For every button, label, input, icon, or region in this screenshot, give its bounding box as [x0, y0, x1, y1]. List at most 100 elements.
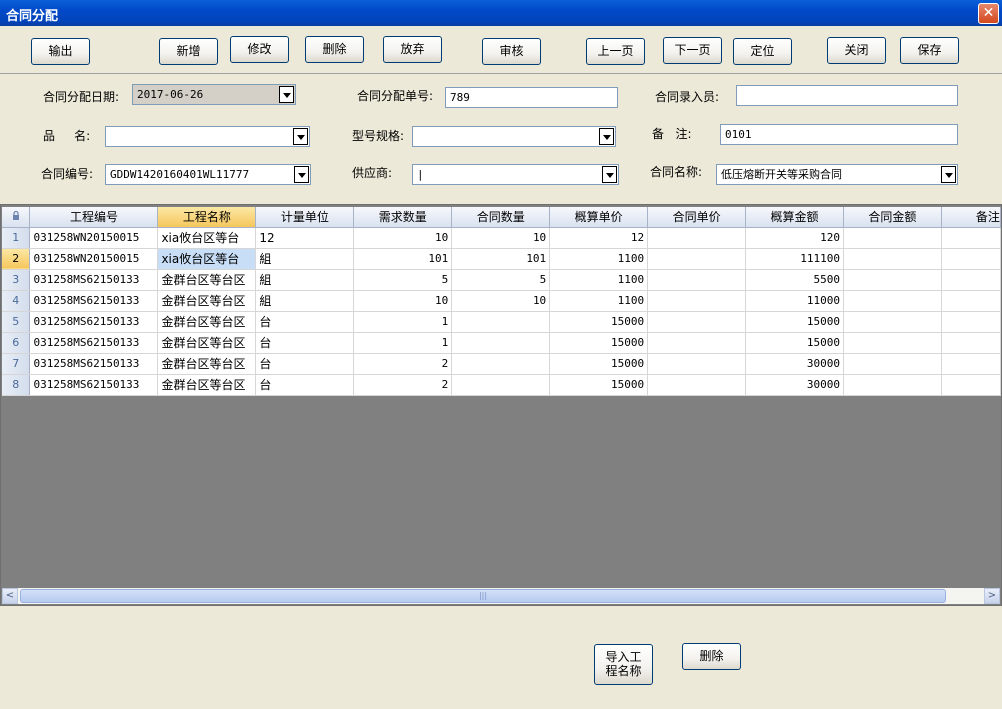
cell-required-qty[interactable]: 2 — [353, 353, 453, 375]
cell-required-qty[interactable]: 10 — [353, 290, 453, 312]
delete-row-button[interactable]: 删除 — [682, 643, 741, 670]
cell-contract-qty[interactable]: 5 — [451, 269, 551, 291]
table-row[interactable]: 8 031258MS62150133 金群台区等台区台 2 15000 30000 — [2, 374, 1001, 396]
cell-project-name[interactable]: 金群台区等台区 — [157, 269, 257, 291]
add-button[interactable]: 新增 — [159, 38, 218, 65]
cell-project-code[interactable]: 031258MS62150133 — [29, 290, 159, 312]
col-header-project-code[interactable]: 工程编号 — [29, 207, 159, 228]
cell-project-name[interactable]: 金群台区等台区 — [157, 311, 257, 333]
cell-required-qty[interactable]: 2 — [353, 374, 453, 396]
data-grid[interactable]: 工程编号 工程名称 计量单位 需求数量 合同数量 概算单价 合同单价 概算金额 … — [0, 204, 1002, 606]
cell-project-code[interactable]: 031258MS62150133 — [29, 374, 159, 396]
cell-contract-qty[interactable] — [451, 311, 551, 333]
cell-contract-price[interactable] — [647, 290, 747, 312]
save-button[interactable]: 保存 — [900, 37, 959, 64]
cell-contract-qty[interactable] — [451, 332, 551, 354]
row-number[interactable]: 7 — [2, 353, 31, 375]
cell-remark[interactable] — [941, 374, 1001, 396]
cell-project-name[interactable]: 金群台区等台区 — [157, 374, 257, 396]
scroll-right-icon[interactable]: > — [984, 588, 1000, 604]
cell-remark[interactable] — [941, 332, 1001, 354]
cell-contract-amount[interactable] — [843, 248, 942, 270]
prev-page-button[interactable]: 上一页 — [586, 38, 645, 65]
contract-name-field[interactable]: 低压熔断开关等采购合同 — [716, 164, 958, 185]
cell-project-code[interactable]: 031258WN20150015 — [29, 227, 159, 249]
col-header-contract-price[interactable]: 合同单价 — [647, 207, 747, 228]
cell-est-amount[interactable]: 5500 — [745, 269, 844, 291]
product-field[interactable] — [105, 126, 310, 147]
cell-est-price[interactable]: 15000 — [549, 311, 649, 333]
cell-project-code[interactable]: 031258MS62150133 — [29, 269, 159, 291]
entry-clerk-field[interactable] — [736, 85, 958, 106]
table-row[interactable]: 2 031258WN20150015 xia攸台区等台組 101 101 1100 1111… — [2, 248, 1001, 270]
cell-est-amount[interactable]: 11000 — [745, 290, 844, 312]
col-header-required-qty[interactable]: 需求数量 — [353, 207, 453, 228]
cell-est-price[interactable]: 1100 — [549, 269, 649, 291]
cell-required-qty[interactable]: 1 — [353, 332, 453, 354]
cell-unit[interactable]: 12 — [255, 227, 355, 249]
cell-contract-qty[interactable] — [451, 353, 551, 375]
cell-contract-price[interactable] — [647, 311, 747, 333]
lock-icon[interactable] — [2, 207, 31, 228]
cell-contract-amount[interactable] — [843, 269, 942, 291]
cell-project-name[interactable]: xia攸台区等台 — [157, 248, 257, 270]
cell-project-name[interactable]: 金群台区等台区 — [157, 332, 257, 354]
table-row[interactable]: 1 031258WN20150015 xia攸台区等台 12 10 10 12 120 — [2, 227, 1001, 249]
close-icon[interactable]: ✕ — [978, 3, 999, 24]
contract-code-field[interactable]: GDDW1420160401WL11777 — [105, 164, 311, 185]
scroll-thumb[interactable]: ||| — [20, 589, 946, 603]
cell-est-amount[interactable]: 15000 — [745, 311, 844, 333]
col-header-unit[interactable]: 计量单位 — [255, 207, 355, 228]
table-row[interactable]: 7 031258MS62150133 金群台区等台区台 2 15000 30000 — [2, 353, 1001, 375]
row-number[interactable]: 6 — [2, 332, 31, 354]
cell-contract-qty[interactable]: 10 — [451, 227, 551, 249]
table-row[interactable]: 6 031258MS62150133 金群台区等台区台 1 15000 15000 — [2, 332, 1001, 354]
chevron-down-icon[interactable] — [602, 166, 617, 183]
cell-project-code[interactable]: 031258WN20150015 — [29, 248, 159, 270]
cell-contract-qty[interactable]: 10 — [451, 290, 551, 312]
cell-contract-amount[interactable] — [843, 227, 942, 249]
col-header-est-price[interactable]: 概算单价 — [549, 207, 649, 228]
col-header-project-name[interactable]: 工程名称 — [157, 207, 257, 228]
cell-contract-qty[interactable]: 101 — [451, 248, 551, 270]
cell-unit[interactable]: 台 — [255, 353, 355, 375]
cell-est-amount[interactable]: 15000 — [745, 332, 844, 354]
cell-required-qty[interactable]: 101 — [353, 248, 453, 270]
cell-project-name[interactable]: xia攸台区等台 — [157, 227, 257, 249]
cell-contract-amount[interactable] — [843, 311, 942, 333]
close-button[interactable]: 关闭 — [827, 37, 886, 64]
remark-field[interactable]: 0101 — [720, 124, 958, 145]
cell-contract-amount[interactable] — [843, 374, 942, 396]
cell-project-code[interactable]: 031258MS62150133 — [29, 332, 159, 354]
chevron-down-icon[interactable] — [293, 128, 308, 145]
row-number[interactable]: 5 — [2, 311, 31, 333]
cell-est-price[interactable]: 12 — [549, 227, 649, 249]
cell-est-price[interactable]: 15000 — [549, 353, 649, 375]
cell-required-qty[interactable]: 5 — [353, 269, 453, 291]
row-number[interactable]: 4 — [2, 290, 31, 312]
row-number[interactable]: 2 — [2, 248, 31, 270]
chevron-down-icon[interactable] — [941, 166, 956, 183]
chevron-down-icon[interactable] — [279, 86, 294, 103]
table-row[interactable]: 3 031258MS62150133 金群台区等台区組 5 5 1100 5500 — [2, 269, 1001, 291]
cell-remark[interactable] — [941, 269, 1001, 291]
cell-unit[interactable]: 組 — [255, 269, 355, 291]
next-page-button[interactable]: 下一页 — [663, 37, 722, 64]
cell-contract-price[interactable] — [647, 248, 747, 270]
locate-button[interactable]: 定位 — [733, 38, 792, 65]
import-project-name-button[interactable]: 导入工 程名称 — [594, 644, 653, 685]
table-row[interactable]: 5 031258MS62150133 金群台区等台区台 1 15000 15000 — [2, 311, 1001, 333]
export-button[interactable]: 输出 — [31, 38, 90, 65]
edit-button[interactable]: 修改 — [230, 36, 289, 63]
row-number[interactable]: 8 — [2, 374, 31, 396]
delete-button[interactable]: 删除 — [305, 36, 364, 63]
row-number[interactable]: 3 — [2, 269, 31, 291]
cell-est-price[interactable]: 15000 — [549, 374, 649, 396]
cell-remark[interactable] — [941, 353, 1001, 375]
cell-project-code[interactable]: 031258MS62150133 — [29, 311, 159, 333]
cell-unit[interactable]: 台 — [255, 332, 355, 354]
cell-unit[interactable]: 組 — [255, 290, 355, 312]
col-header-est-amount[interactable]: 概算金额 — [745, 207, 844, 228]
cell-contract-amount[interactable] — [843, 332, 942, 354]
scroll-left-icon[interactable]: < — [2, 588, 18, 604]
